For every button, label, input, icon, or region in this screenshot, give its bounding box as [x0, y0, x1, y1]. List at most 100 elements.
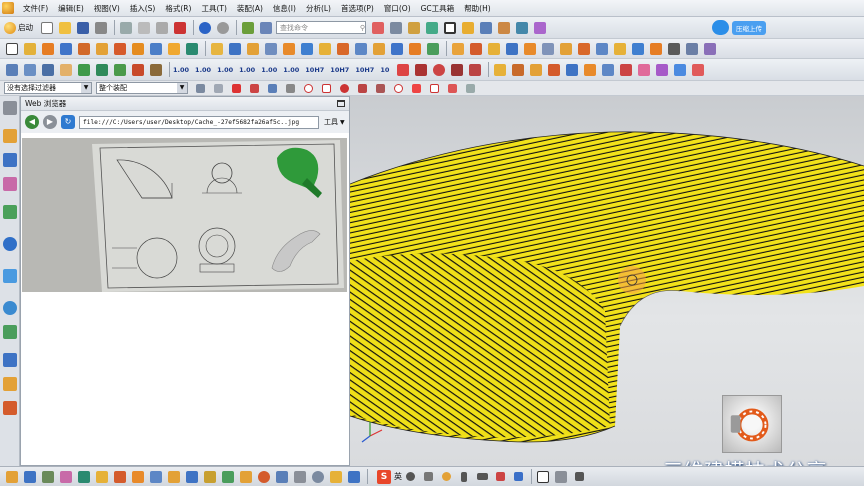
type-filter-select[interactable]: 没有选择过滤器 ▼ — [4, 82, 92, 94]
start-button[interactable]: 启动 — [4, 21, 33, 34]
hatch-icon[interactable] — [413, 62, 429, 78]
trim-sheet-icon[interactable] — [594, 41, 610, 57]
menu-file[interactable]: 文件(F) — [18, 3, 53, 14]
command-search-input[interactable]: 查找命令 ⚲ — [276, 21, 366, 34]
snap-midpoint-icon[interactable] — [246, 81, 262, 95]
view-orient-icon[interactable] — [478, 20, 494, 36]
find-icon[interactable] — [258, 20, 274, 36]
subtract-icon[interactable] — [184, 41, 200, 57]
split-body-icon[interactable] — [335, 41, 351, 57]
point-icon[interactable] — [130, 62, 146, 78]
face-blend-icon[interactable] — [450, 41, 466, 57]
shell-icon[interactable] — [245, 41, 261, 57]
menu-assembly[interactable]: 装配(A) — [232, 3, 268, 14]
delete-face-icon[interactable] — [184, 469, 200, 485]
dim-perpendicular-button[interactable]: 1.00 — [261, 66, 277, 74]
menu-analysis[interactable]: 分析(L) — [301, 3, 336, 14]
grid-icon[interactable] — [4, 62, 20, 78]
graphics-viewport[interactable] — [350, 96, 864, 466]
forward-icon[interactable]: ▶ — [43, 115, 57, 129]
maximize-icon[interactable] — [337, 100, 345, 107]
menu-info[interactable]: 信息(I) — [268, 3, 301, 14]
curve-icon[interactable] — [684, 41, 700, 57]
tolerance-button-4[interactable]: 10 — [380, 66, 389, 74]
resize-blend-icon[interactable] — [166, 469, 182, 485]
pocket-icon[interactable] — [112, 41, 128, 57]
assembly-navigator-icon[interactable] — [3, 129, 17, 143]
zebra-icon[interactable] — [690, 62, 706, 78]
revolve-icon[interactable] — [58, 41, 74, 57]
skin-icon[interactable] — [492, 469, 508, 485]
enlarge-icon[interactable] — [612, 41, 628, 57]
roles-icon[interactable] — [3, 377, 17, 391]
face-analysis-icon[interactable] — [636, 62, 652, 78]
snap-bounded-icon[interactable] — [462, 81, 478, 95]
url-input[interactable]: file:///C:/Users/user/Desktop/Cache_-27e… — [79, 115, 319, 129]
tools-menu-button[interactable]: 工具 — [324, 117, 338, 127]
pattern-icon[interactable] — [281, 41, 297, 57]
part-navigator-icon[interactable] — [3, 177, 17, 191]
wcs-icon[interactable] — [112, 62, 128, 78]
punctuation-icon[interactable] — [420, 469, 436, 485]
snap-arc-center-icon[interactable] — [390, 81, 406, 95]
display-mode-icon[interactable] — [460, 20, 476, 36]
sew-icon[interactable] — [389, 41, 405, 57]
hole-icon[interactable] — [76, 41, 92, 57]
menu-window[interactable]: 窗口(O) — [379, 3, 416, 14]
offset-surface-icon[interactable] — [630, 41, 646, 57]
sequence-icon[interactable] — [600, 62, 616, 78]
fillet-icon[interactable] — [328, 469, 344, 485]
point-constructor-icon[interactable] — [4, 469, 20, 485]
input-method-indicator[interactable]: S 英 — [377, 469, 402, 484]
keyboard-icon[interactable] — [474, 469, 490, 485]
snap-on-face-icon[interactable] — [372, 81, 388, 95]
corner-icon[interactable] — [346, 469, 362, 485]
delete-icon[interactable] — [172, 20, 188, 36]
menu-help[interactable]: 帮助(H) — [459, 3, 496, 14]
back-icon[interactable]: ◀ — [25, 115, 39, 129]
n-sided-surface-icon[interactable] — [486, 41, 502, 57]
section-analysis-icon[interactable] — [654, 62, 670, 78]
snap-existing-icon[interactable] — [336, 81, 352, 95]
menu-tools[interactable]: 工具(T) — [196, 3, 231, 14]
tolerance-button-3[interactable]: 10H7 — [355, 66, 374, 74]
dim-parallel-button[interactable]: 1.00 — [239, 66, 255, 74]
curvature-icon[interactable] — [672, 62, 688, 78]
mirror-icon[interactable] — [299, 41, 315, 57]
toolbox-icon[interactable] — [510, 469, 526, 485]
snap-tangent-icon[interactable] — [408, 81, 424, 95]
polygon-icon[interactable] — [292, 469, 308, 485]
window-frame-icon[interactable] — [442, 20, 458, 36]
color-icon[interactable] — [424, 20, 440, 36]
selection-scope-select[interactable]: 整个装配 ▼ — [96, 82, 188, 94]
process-studio-icon[interactable] — [3, 353, 17, 367]
cloud-upload-button[interactable]: 压缩上传 — [712, 18, 786, 37]
layer-icon[interactable] — [406, 20, 422, 36]
snap-control-icon[interactable] — [264, 81, 280, 95]
extrude-icon[interactable] — [40, 41, 56, 57]
view-square-icon[interactable] — [535, 469, 551, 485]
x-form-icon[interactable] — [522, 41, 538, 57]
dim-inferred-button[interactable]: 1.00 — [173, 66, 189, 74]
transform-icon[interactable] — [94, 62, 110, 78]
select-all-icon[interactable] — [192, 81, 208, 95]
render-style-icon[interactable] — [388, 20, 404, 36]
constraint-icon[interactable] — [564, 62, 580, 78]
new-file-icon[interactable] — [39, 20, 55, 36]
draft-icon[interactable] — [263, 41, 279, 57]
through-curves-icon[interactable] — [425, 41, 441, 57]
deselect-icon[interactable] — [210, 81, 226, 95]
refresh-icon[interactable]: ↻ — [61, 115, 75, 129]
centerline-icon[interactable] — [449, 62, 465, 78]
settings-icon[interactable] — [3, 101, 17, 115]
dim-radius-button[interactable]: 1.00 — [283, 66, 299, 74]
replace-face-icon[interactable] — [148, 469, 164, 485]
crosshair-icon[interactable] — [571, 469, 587, 485]
view-curve-icon[interactable] — [553, 469, 569, 485]
redo-icon[interactable] — [215, 20, 231, 36]
cube-icon[interactable] — [22, 469, 38, 485]
tolerance-button-2[interactable]: 10H7 — [330, 66, 349, 74]
symmetry-icon[interactable] — [76, 469, 92, 485]
bridge-surface-icon[interactable] — [468, 41, 484, 57]
groove-icon[interactable] — [148, 41, 164, 57]
